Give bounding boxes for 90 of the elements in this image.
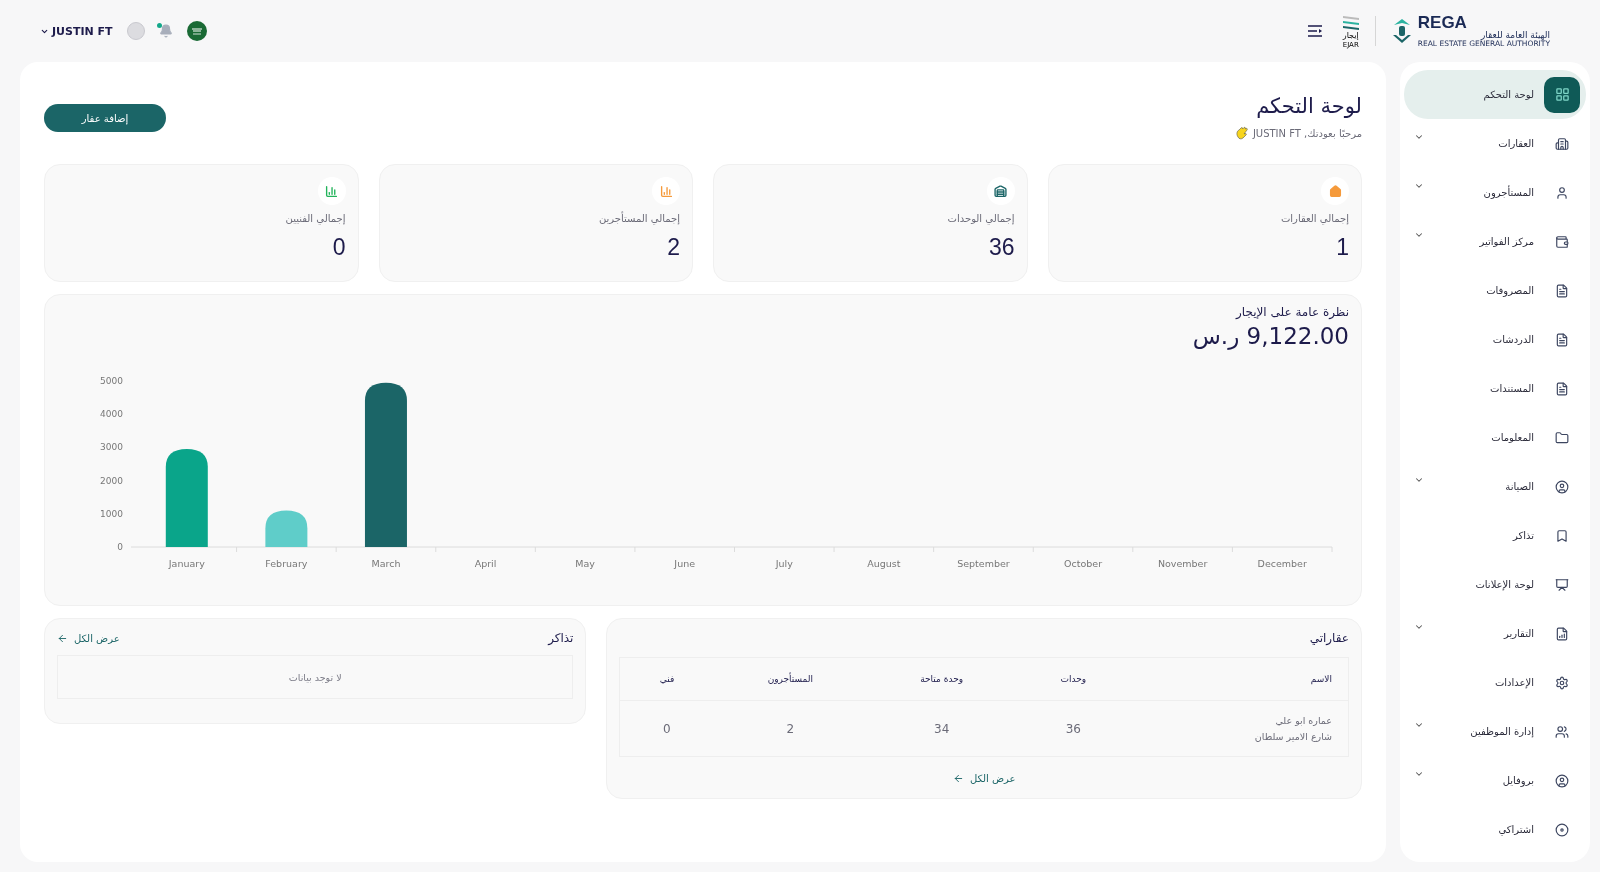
card-title: عقاراتي [1309, 631, 1349, 645]
stat-label: إجمالي العقارات [1280, 213, 1349, 224]
bar [265, 510, 308, 547]
axis-label: September [957, 558, 1010, 569]
view-all-link[interactable]: عرض الكل [57, 632, 120, 644]
bar-chart-icon [317, 177, 346, 205]
axis-label: March [371, 558, 401, 569]
user-circle-icon [1555, 479, 1569, 494]
menu-icon[interactable] [1306, 24, 1323, 38]
axis-label: June [674, 558, 696, 569]
property-address: شارع الامير سلطان [1253, 729, 1332, 744]
axis-label: January [168, 558, 205, 569]
house-icon [1321, 177, 1349, 205]
building-icon [1555, 136, 1569, 151]
wallet-icon [1555, 234, 1569, 249]
sidebar-item[interactable]: الإعدادات [1404, 658, 1586, 707]
sidebar-item[interactable]: المستندات [1404, 364, 1586, 413]
stat-value: 1 [1336, 234, 1349, 261]
axis-label: May [575, 558, 595, 569]
sidebar-item[interactable]: اشتراكي [1404, 805, 1586, 854]
sidebar-item[interactable]: التقارير [1404, 609, 1586, 658]
user-icon [1555, 185, 1569, 200]
sidebar-item[interactable]: العقارات [1404, 119, 1586, 168]
chart-title: نظرة عامة على الإيجار [1234, 305, 1349, 319]
column-header: الاسم [1130, 657, 1349, 701]
axis-label: December [1257, 558, 1307, 569]
stat-label: إجمالي الوحدات [947, 213, 1015, 224]
sidebar-item[interactable]: الصيانة [1404, 462, 1586, 511]
axis-label: October [1064, 558, 1103, 569]
sidebar-item[interactable]: الدردشات [1404, 315, 1586, 364]
stat-label: إجمالي المستأجرين [598, 213, 680, 224]
flag-icon[interactable] [186, 21, 207, 41]
stat-label: إجمالي الفنيين [285, 213, 346, 224]
document-icon [1555, 381, 1569, 396]
bar-chart-icon [652, 177, 680, 205]
axis-label: 3000 [100, 442, 123, 453]
warehouse-icon [986, 177, 1015, 205]
document-icon [1555, 283, 1569, 298]
property-name: عماره ابو علي [1274, 714, 1332, 729]
column-header: وحدة متاحة [867, 657, 1017, 701]
axis-label: July [775, 558, 793, 569]
column-header: المستأجرون [713, 657, 868, 701]
sidebar-item[interactable]: بروفايل [1404, 756, 1586, 805]
sidebar-item[interactable]: المصروفات [1404, 266, 1586, 315]
stat-value: 2 [667, 234, 680, 261]
sidebar-item[interactable]: لوحة التحكم [1404, 70, 1586, 119]
sidebar-item[interactable]: لوحة الإعلانات [1404, 560, 1586, 609]
user-circle-icon [1555, 773, 1569, 788]
document-icon [1555, 332, 1569, 347]
presentation-icon [1555, 577, 1569, 592]
arrow-icon [952, 773, 964, 784]
arrow-icon [57, 632, 68, 644]
empty-text: لا توجد بيانات [288, 671, 342, 683]
rent-amount: 9,122.00 ر.س [1191, 323, 1349, 349]
sidebar-item[interactable]: المعلومات [1404, 413, 1586, 462]
welcome-text: مرحبًا بعودتك, JUSTIN FT [1252, 127, 1362, 139]
table-cell: 2 [713, 700, 868, 757]
user-menu[interactable]: JUSTIN FT [40, 24, 113, 38]
chart-file-icon [1555, 626, 1569, 641]
table-cell: 36 [1016, 700, 1131, 757]
settings-icon [1555, 675, 1569, 690]
page-title: لوحة التحكم [1255, 94, 1362, 118]
axis-label: August [867, 558, 901, 569]
column-header: وحدات [1016, 657, 1131, 701]
bookmark-icon [1555, 528, 1569, 543]
axis-label: April [474, 558, 497, 569]
add-property-button[interactable]: إضافة عقار [44, 104, 166, 132]
axis-label: 4000 [100, 409, 123, 420]
axis-label: 0 [117, 542, 123, 552]
dashboard-icon [1554, 87, 1570, 102]
folder-icon [1555, 430, 1569, 445]
disc-icon [1555, 822, 1569, 837]
users-icon [1555, 724, 1569, 739]
table-cell: 0 [619, 700, 714, 757]
stat-value: 0 [332, 234, 346, 261]
sidebar-item[interactable]: إدارة الموظفين [1404, 707, 1586, 756]
sidebar-item[interactable]: مركز الفواتير [1404, 217, 1586, 266]
card-title: تذاكر [548, 631, 574, 645]
bell-icon[interactable] [158, 24, 173, 38]
stat-value: 36 [988, 234, 1015, 261]
sidebar-item[interactable]: المستأجرون [1404, 168, 1586, 217]
axis-label: 2000 [100, 475, 123, 486]
axis-label: 5000 [100, 376, 123, 386]
axis-label: November [1157, 558, 1208, 569]
sidebar-item[interactable]: تذاكر [1404, 511, 1586, 560]
view-all-link[interactable]: عرض الكل [952, 773, 1016, 784]
column-header: فني [619, 657, 714, 701]
axis-label: 1000 [100, 508, 123, 519]
table-cell: 34 [867, 700, 1017, 757]
axis-label: February [265, 558, 308, 569]
